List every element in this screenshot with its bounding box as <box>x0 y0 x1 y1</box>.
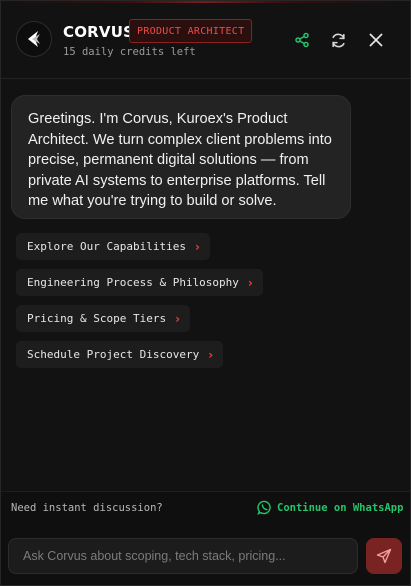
assistant-message-text: Greetings. I'm Corvus, Kuroex's Product … <box>28 111 332 209</box>
share-button[interactable] <box>291 29 313 51</box>
whatsapp-row: Need instant discussion? Continue on Wha… <box>1 491 410 526</box>
composer <box>1 525 410 585</box>
suggestion-schedule-discovery[interactable]: Schedule Project Discovery › <box>16 341 224 368</box>
role-badge: PRODUCT ARCHITECT <box>129 19 253 43</box>
suggestion-label: Pricing & Scope Tiers <box>27 312 167 325</box>
suggestion-label: Schedule Project Discovery <box>27 348 200 361</box>
close-button[interactable] <box>365 29 387 51</box>
avatar <box>16 21 52 57</box>
chat-header: CORVUS PRODUCT ARCHITECT 15 daily credit… <box>1 1 410 79</box>
suggestion-explore-capabilities[interactable]: Explore Our Capabilities › <box>16 233 210 260</box>
credits-remaining: 15 daily credits left <box>63 46 196 58</box>
refresh-icon <box>331 33 345 47</box>
brand-name: CORVUS <box>63 23 135 41</box>
share-icon <box>295 32 309 48</box>
send-icon <box>376 548 392 564</box>
suggestion-pricing-scope[interactable]: Pricing & Scope Tiers › <box>16 305 191 332</box>
send-button[interactable] <box>366 538 402 574</box>
assistant-message: Greetings. I'm Corvus, Kuroex's Product … <box>11 95 351 219</box>
suggestion-engineering-process[interactable]: Engineering Process & Philosophy › <box>16 269 263 296</box>
chat-panel: CORVUS PRODUCT ARCHITECT 15 daily credit… <box>0 0 411 586</box>
chevron-right-icon: › <box>247 275 253 290</box>
suggestion-label: Explore Our Capabilities <box>27 240 186 253</box>
whatsapp-icon <box>257 500 272 515</box>
message-input[interactable] <box>8 538 358 574</box>
chevron-right-icon: › <box>175 311 181 326</box>
refresh-button[interactable] <box>327 29 349 51</box>
close-icon <box>369 33 383 47</box>
chevron-right-icon: › <box>208 347 214 362</box>
suggestion-label: Engineering Process & Philosophy <box>27 276 239 289</box>
corvus-logo-icon <box>28 31 40 47</box>
instant-discussion-prompt: Need instant discussion? <box>11 502 163 514</box>
chevron-right-icon: › <box>194 239 200 254</box>
whatsapp-link[interactable]: Continue on WhatsApp <box>257 500 403 515</box>
whatsapp-label: Continue on WhatsApp <box>277 501 404 514</box>
